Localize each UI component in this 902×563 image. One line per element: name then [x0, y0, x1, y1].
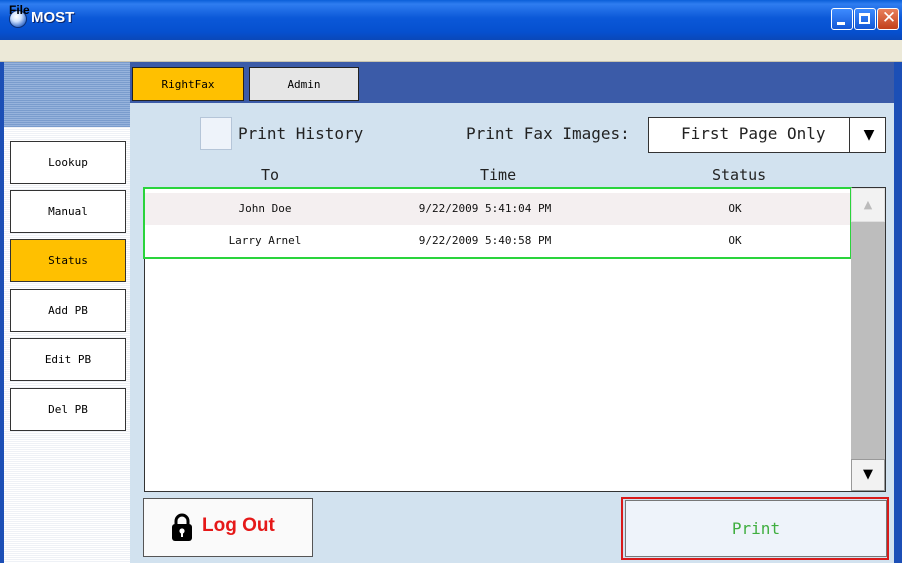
tab-bar: [130, 62, 894, 103]
arrow-down-icon[interactable]: ▼: [851, 459, 885, 491]
close-button[interactable]: ✕: [877, 8, 899, 30]
sidebar-item-lookup[interactable]: Lookup: [10, 141, 126, 184]
sidebar-item-add-pb[interactable]: Add PB: [10, 289, 126, 332]
print-history-checkbox[interactable]: [200, 117, 232, 150]
arrow-up-icon[interactable]: ▲: [851, 188, 885, 222]
chevron-down-icon[interactable]: ▼: [854, 121, 884, 149]
column-header-status: Status: [712, 166, 767, 184]
minimize-button[interactable]: [831, 8, 853, 30]
menu-bar: [0, 40, 902, 62]
logout-label: Log Out: [202, 515, 275, 536]
sidebar-item-status[interactable]: Status: [10, 239, 126, 282]
print-button[interactable]: Print: [625, 500, 887, 557]
title-bar: [0, 0, 902, 40]
maximize-button[interactable]: [854, 8, 876, 30]
menu-item-file[interactable]: File: [9, 3, 30, 17]
window-border-right: [894, 62, 902, 563]
column-header-time: Time: [480, 166, 517, 184]
sidebar-item-del-pb[interactable]: Del PB: [10, 388, 126, 431]
print-fax-images-label: Print Fax Images:: [466, 124, 630, 143]
selection-highlight: [143, 187, 852, 259]
window-title: MOST: [31, 9, 75, 26]
tab-rightfax[interactable]: RightFax: [132, 67, 244, 101]
print-fax-images-value: First Page Only: [681, 124, 826, 143]
select-divider: [849, 118, 850, 152]
maximize-icon: [859, 13, 870, 24]
minimize-icon: [837, 22, 845, 25]
tab-admin[interactable]: Admin: [249, 67, 359, 101]
sidebar-item-edit-pb[interactable]: Edit PB: [10, 338, 126, 381]
close-icon: ✕: [881, 8, 897, 28]
vertical-scrollbar[interactable]: [851, 188, 885, 491]
sidebar-item-manual[interactable]: Manual: [10, 190, 126, 233]
print-history-label: Print History: [238, 124, 364, 143]
column-header-to: To: [261, 166, 280, 184]
lock-icon: [172, 513, 192, 541]
